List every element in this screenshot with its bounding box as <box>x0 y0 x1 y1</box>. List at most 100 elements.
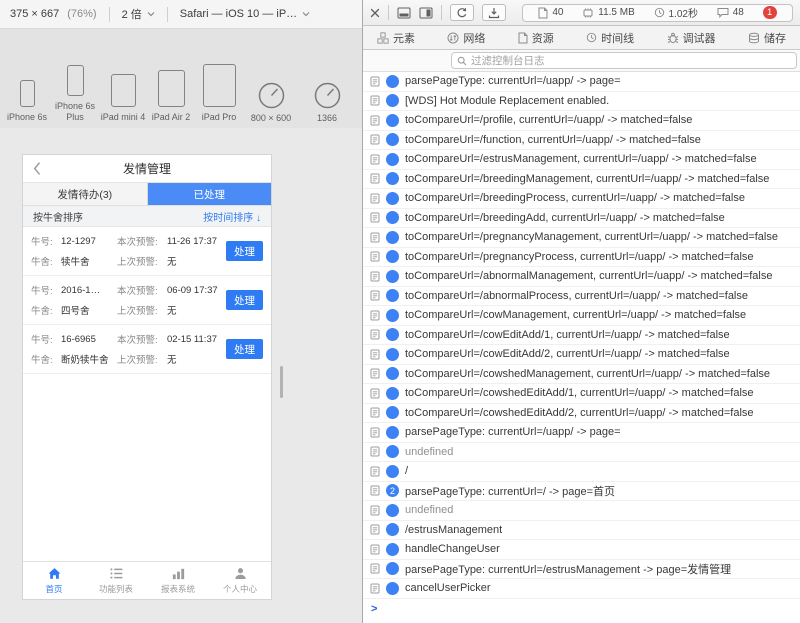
debugger-icon <box>667 32 679 44</box>
browser-dropdown[interactable]: Safari — iOS 10 — iP… <box>180 8 310 20</box>
console-panel: parsePageType: currentUrl=/uapp/ -> page… <box>363 72 800 623</box>
scale-dropdown[interactable]: 2 倍 <box>122 6 155 22</box>
log-icon <box>370 427 380 438</box>
scale-value: 2 倍 <box>121 9 142 21</box>
log-message: undefined <box>405 445 454 458</box>
memory-icon <box>582 7 594 19</box>
cowshed-value: 犊牛舍 <box>61 257 90 268</box>
search-icon <box>457 56 467 66</box>
handle-button[interactable]: 处理 <box>226 241 263 261</box>
item-row-1: 牛号: 2016-1… 本次预警: 06-09 17:37 <box>31 283 226 298</box>
clock-icon <box>654 7 665 18</box>
stat-memory: 11.5 MB <box>582 7 635 19</box>
inspector-toolbar: 40 11.5 MB 1.02秒 48 1 <box>363 0 800 26</box>
log-icon <box>370 212 380 223</box>
sort-by-time[interactable]: 按时间排序 ↓ <box>203 209 261 224</box>
device-preset[interactable]: iPhone 6s Plus <box>51 64 99 129</box>
item-row-2: 牛舍: 断奶犊牛舍 上次预警: 无 <box>31 352 226 366</box>
close-icon[interactable] <box>370 8 380 18</box>
dock-side-icon[interactable] <box>419 7 433 19</box>
current-alert-value: 11-26 17:37 <box>167 235 218 247</box>
toolbar-divider <box>388 5 389 20</box>
handle-button[interactable]: 处理 <box>226 339 263 359</box>
device-preset[interactable]: iPhone 6s <box>3 79 51 128</box>
cow-no-label: 牛号: <box>31 237 53 248</box>
log-message: toCompareUrl=/breedingAdd, currentUrl=/u… <box>405 211 725 224</box>
app-window: 375 × 667 (76%) 2 倍 Safari — iOS 10 — iP… <box>0 0 800 623</box>
dock-bottom-icon[interactable] <box>397 7 411 19</box>
tabbar-item-home[interactable]: 首页 <box>23 562 85 599</box>
tabbar-item-person[interactable]: 个人中心 <box>209 562 271 599</box>
sort-bar: 按牛舍排序 按时间排序 ↓ <box>23 206 271 227</box>
inspector-tab-label: 调试器 <box>682 32 716 45</box>
memory-value: 11.5 MB <box>598 7 635 18</box>
item-row-1: 牛号: 16-6965 本次预警: 02-15 11:37 <box>31 332 226 347</box>
resolution-preset[interactable]: 800 × 600 <box>243 82 299 128</box>
console-prompt[interactable]: > <box>363 599 800 619</box>
tabbar-item-label: 报表系统 <box>160 584 195 594</box>
inspector-tab-debugger[interactable]: 调试器 <box>667 30 716 46</box>
tabbar-item-list[interactable]: 功能列表 <box>85 562 147 599</box>
inspector-tab-label: 时间线 <box>601 32 635 45</box>
device-preset[interactable]: iPad Air 2 <box>147 69 195 128</box>
console-log-row: toCompareUrl=/function, currentUrl=/uapp… <box>363 131 800 150</box>
stat-load-time: 1.02秒 <box>654 5 698 20</box>
log-icon <box>370 173 380 184</box>
log-message: toCompareUrl=/cowshedManagement, current… <box>405 367 771 380</box>
download-button[interactable] <box>482 4 506 21</box>
device-label: iPad mini 4 <box>100 111 146 122</box>
handle-button[interactable]: 处理 <box>226 290 263 310</box>
tabbar-item-label: 首页 <box>45 584 63 594</box>
repeat-count-badge <box>386 94 399 108</box>
current-alert-label: 本次预警: <box>117 286 158 297</box>
log-message: parsePageType: currentUrl=/estrusManagem… <box>405 563 732 576</box>
log-message: toCompareUrl=/profile, currentUrl=/uapp/… <box>405 114 693 127</box>
console-log-row: toCompareUrl=/cowEditAdd/2, currentUrl=/… <box>363 345 800 365</box>
device-outline-icon <box>19 79 35 107</box>
search-field <box>451 52 797 69</box>
toolbar-divider <box>441 5 442 20</box>
log-icon <box>370 154 380 165</box>
inspector-tab-storage[interactable]: 储存 <box>748 30 786 46</box>
sort-by-shed[interactable]: 按牛舍排序 <box>33 209 83 224</box>
reload-button[interactable] <box>450 4 474 21</box>
repeat-count-badge <box>386 74 399 88</box>
device-outline-icon <box>202 63 236 107</box>
activity-viewer[interactable]: 40 11.5 MB 1.02秒 48 1 <box>522 3 793 22</box>
console-filter-input[interactable] <box>471 54 791 67</box>
device-preset[interactable]: iPad mini 4 <box>99 73 147 128</box>
log-message: toCompareUrl=/breedingManagement, curren… <box>405 172 770 185</box>
console-filter-row <box>363 50 800 72</box>
tab-estrus-pending[interactable]: 发情待办(3) <box>23 183 148 205</box>
console-log-row: undefined <box>363 443 800 462</box>
back-button[interactable] <box>32 161 41 176</box>
resolution-preset[interactable]: 1366 <box>299 82 355 128</box>
inspector-tab-network[interactable]: 网络 <box>447 30 485 46</box>
log-icon <box>370 563 380 574</box>
item-fields: 牛号: 2016-1… 本次预警: 06-09 17:37 牛舍: 四号舍 上次… <box>31 283 226 318</box>
inspector-tab-elements[interactable]: 元素 <box>377 30 415 46</box>
elements-icon <box>377 31 389 44</box>
item-row-1: 牛号: 12-1297 本次预警: 11-26 17:37 <box>31 234 226 249</box>
log-icon <box>370 349 380 360</box>
console-log-row: /estrusManagement <box>363 521 800 540</box>
previous-alert-label: 上次预警: <box>117 355 158 366</box>
tabbar-item-chart[interactable]: 报表系统 <box>147 562 209 599</box>
inspector-tab-resources[interactable]: 资源 <box>518 30 554 46</box>
log-icon <box>370 388 380 399</box>
repeat-count-badge <box>386 250 399 264</box>
log-message: toCompareUrl=/breedingProcess, currentUr… <box>405 192 745 205</box>
console-log-row: parsePageType: currentUrl=/uapp/ -> page… <box>363 423 800 443</box>
console-log-row: toCompareUrl=/breedingAdd, currentUrl=/u… <box>363 209 800 228</box>
rdm-canvas: 发情管理 发情待办(3) 已处理 按牛舍排序 按时间排序 ↓ 牛号: 12-12… <box>0 128 362 623</box>
inspector-tab-timelines[interactable]: 时间线 <box>586 30 634 46</box>
tab-processed[interactable]: 已处理 <box>147 183 271 205</box>
repeat-count-badge <box>386 562 399 576</box>
repeat-count-badge: 2 <box>386 484 399 498</box>
console-log-row: handleChangeUser <box>363 540 800 560</box>
cowshed-label: 牛舍: <box>31 257 53 268</box>
resize-handle[interactable] <box>280 366 283 398</box>
device-preset[interactable]: iPad Pro <box>195 63 243 128</box>
console-log-row: parsePageType: currentUrl=/estrusManagem… <box>363 560 800 579</box>
dial-icon <box>314 82 341 109</box>
